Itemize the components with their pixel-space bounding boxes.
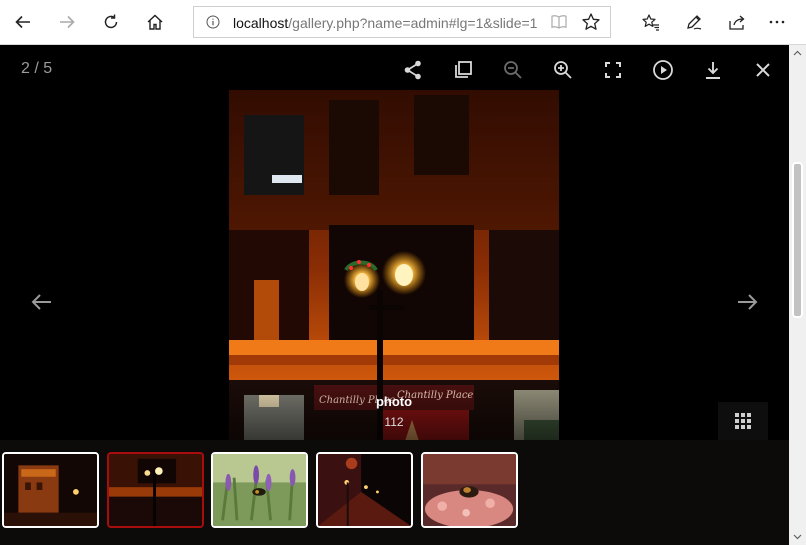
slide-counter: 2 / 5 bbox=[21, 60, 53, 77]
refresh-button[interactable] bbox=[96, 7, 126, 37]
back-icon bbox=[15, 15, 30, 29]
fullscreen-icon bbox=[605, 62, 621, 78]
caption-subtitle: 112 bbox=[384, 415, 404, 429]
grid-icon bbox=[735, 413, 751, 429]
home-button[interactable] bbox=[140, 7, 170, 37]
scroll-up-icon[interactable] bbox=[793, 49, 802, 58]
zoom-in-button[interactable] bbox=[548, 55, 578, 85]
copy-button[interactable] bbox=[448, 55, 478, 85]
more-button[interactable] bbox=[762, 7, 792, 37]
thumbnail-3[interactable] bbox=[211, 452, 308, 528]
reading-view-icon[interactable] bbox=[550, 14, 568, 30]
caption-title: photo bbox=[375, 394, 413, 409]
thumbnail-4[interactable] bbox=[316, 452, 413, 528]
scroll-down-icon[interactable] bbox=[793, 532, 802, 541]
address-bar[interactable]: localhost/gallery.php?name=admin#lg=1&sl… bbox=[193, 6, 611, 38]
prev-arrow-icon[interactable] bbox=[30, 290, 54, 314]
favorites-hub-button[interactable] bbox=[636, 7, 666, 37]
zoom-out-icon bbox=[504, 61, 522, 79]
share-button[interactable] bbox=[722, 7, 752, 37]
more-icon bbox=[769, 20, 785, 24]
share-button[interactable] bbox=[398, 55, 428, 85]
scrollbar-thumb[interactable] bbox=[792, 162, 803, 318]
favorites-hub-icon bbox=[642, 14, 659, 31]
photo-caption: photo 112 bbox=[229, 382, 559, 440]
autoplay-button[interactable] bbox=[648, 55, 678, 85]
share-icon bbox=[404, 60, 421, 80]
thumbnail-5[interactable] bbox=[421, 452, 518, 528]
forward-button[interactable] bbox=[52, 7, 82, 37]
zoom-in-icon bbox=[554, 61, 572, 79]
close-button[interactable] bbox=[748, 55, 778, 85]
info-icon[interactable] bbox=[206, 15, 220, 29]
thumbnail-strip bbox=[0, 440, 789, 545]
pen-icon bbox=[687, 15, 702, 30]
home-icon bbox=[147, 14, 163, 30]
browser-toolbar: localhost/gallery.php?name=admin#lg=1&sl… bbox=[0, 0, 806, 45]
play-icon bbox=[653, 60, 673, 80]
back-button[interactable] bbox=[8, 7, 38, 37]
notes-button[interactable] bbox=[679, 7, 709, 37]
favorite-star-icon[interactable] bbox=[581, 12, 601, 32]
fullscreen-button[interactable] bbox=[598, 55, 628, 85]
thumbnail-2[interactable] bbox=[107, 452, 204, 528]
close-icon bbox=[756, 63, 770, 77]
lightbox: Chantilly Place Chantilly Place 2 / 5 bbox=[0, 45, 789, 545]
download-button[interactable] bbox=[698, 55, 728, 85]
url-text: localhost/gallery.php?name=admin#lg=1&sl… bbox=[233, 15, 538, 31]
thumbnail-toggle-button[interactable] bbox=[718, 402, 768, 440]
refresh-icon bbox=[104, 14, 118, 29]
copy-icon bbox=[455, 61, 472, 78]
zoom-out-button[interactable] bbox=[498, 55, 528, 85]
download-icon bbox=[706, 62, 720, 79]
forward-icon bbox=[60, 15, 75, 29]
share-icon bbox=[729, 15, 745, 30]
next-arrow-icon[interactable] bbox=[735, 290, 759, 314]
thumbnail-1[interactable] bbox=[2, 452, 99, 528]
page-scrollbar[interactable] bbox=[789, 45, 806, 545]
